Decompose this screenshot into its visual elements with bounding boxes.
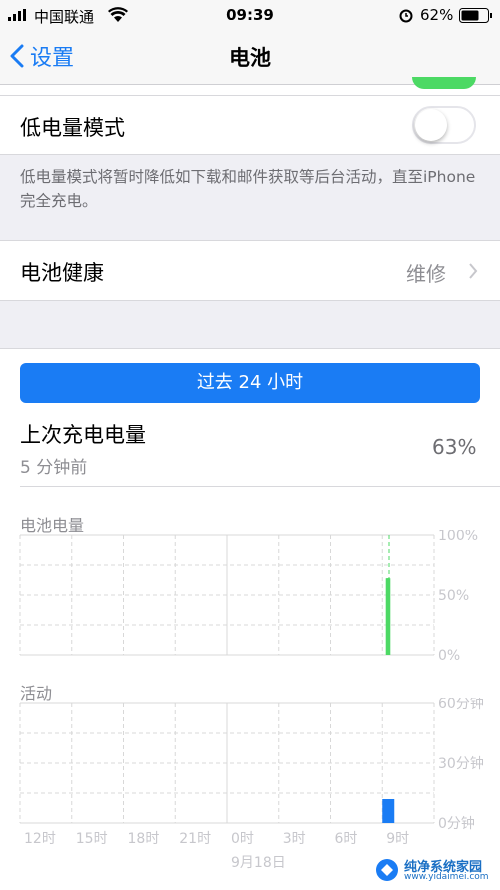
- y-tick-label: 30分钟: [438, 755, 484, 772]
- toggle-on-partial: [412, 77, 476, 89]
- x-tick-label: 21时: [179, 831, 211, 847]
- watermark: 纯净系统家园 www.yidaimei.com: [372, 855, 497, 885]
- battery-health-label: 电池健康: [20, 261, 104, 285]
- low-power-mode-toggle[interactable]: [412, 106, 476, 144]
- previous-cell: [0, 77, 500, 96]
- y-tick-label: 100%: [438, 530, 478, 544]
- y-tick-label: 50%: [438, 588, 469, 604]
- x-tick-label: 3时: [283, 831, 306, 847]
- battery-health-cell[interactable]: 电池健康 维修: [0, 240, 500, 301]
- y-tick-label: 0分钟: [438, 815, 475, 832]
- x-tick-label: 6时: [335, 831, 358, 847]
- divider: [20, 486, 500, 487]
- y-tick-label: 60分钟: [438, 698, 484, 712]
- battery-health-value: 维修: [406, 262, 446, 286]
- watermark-url: www.yidaimei.com: [404, 872, 489, 882]
- toggle-knob: [415, 109, 447, 141]
- battery-percent: 62%: [420, 6, 454, 24]
- x-tick-label: 12时: [24, 831, 56, 847]
- low-power-mode-footer: 低电量模式将暂时降低如下载和邮件获取等后台活动，直至iPhone 完全充电。: [20, 168, 476, 210]
- last-charge-label: 上次充电电量: [20, 423, 146, 447]
- low-power-mode-cell: 低电量模式: [0, 96, 500, 155]
- status-bar: 中国联通 09:39 62%: [0, 0, 500, 30]
- x-tick-label: 0时: [231, 831, 254, 847]
- x-tick-label: 9时: [386, 831, 409, 847]
- low-power-mode-label: 低电量模式: [20, 116, 125, 140]
- battery-icon: [459, 8, 492, 23]
- last-charge-value: 63%: [432, 435, 477, 459]
- last-charge-time: 5 分钟前: [20, 458, 88, 478]
- last-24-hours-tab[interactable]: 过去 24 小时: [20, 363, 480, 403]
- battery-level-chart: 100% 50% 0%: [19, 530, 478, 664]
- y-tick-label: 0%: [438, 648, 460, 664]
- page-title: 电池: [229, 46, 271, 70]
- alarm-icon: [399, 9, 413, 23]
- x-tick-label: 18时: [128, 831, 160, 847]
- watermark-logo-icon: [376, 859, 398, 881]
- activity-chart: 60分钟 30分钟 0分钟 12时 15时 18时 21时 0时 3时 6时 9时 9月18日: [19, 698, 484, 871]
- x-tick-label: 15时: [76, 831, 108, 847]
- bar: [382, 799, 395, 823]
- chevron-right-icon: [469, 263, 478, 279]
- date-label: 9月18日: [231, 855, 286, 871]
